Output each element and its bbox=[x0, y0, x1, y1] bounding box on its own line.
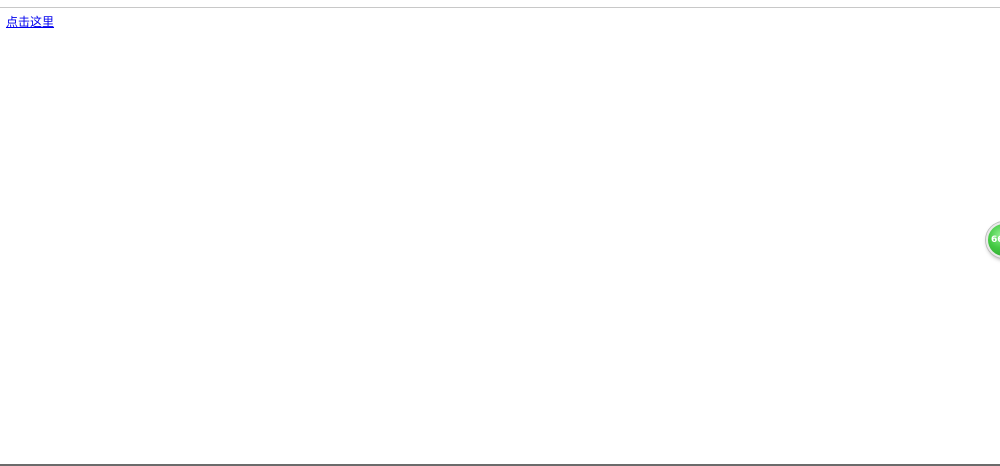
click-here-link[interactable]: 点击这里 bbox=[6, 14, 54, 30]
browser-viewport: 点击这里 66 bbox=[0, 0, 1000, 466]
floating-badge-button[interactable]: 66 bbox=[986, 222, 1000, 258]
floating-badge-label: 66 bbox=[991, 235, 1000, 245]
top-divider bbox=[0, 7, 1000, 8]
